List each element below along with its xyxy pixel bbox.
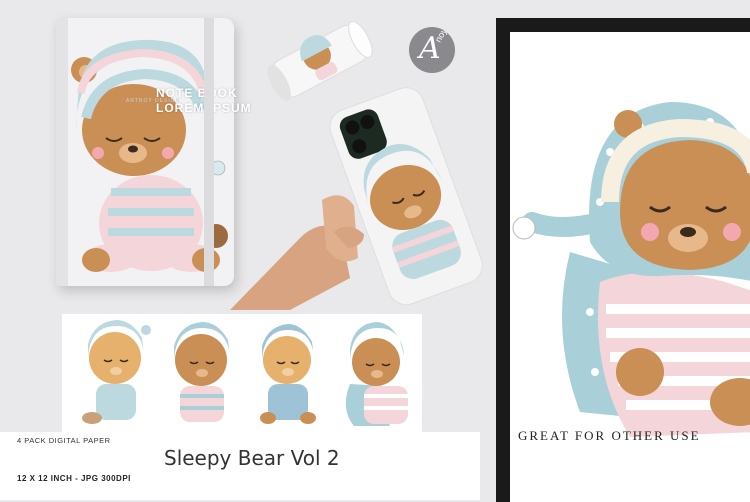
banner-specs: 12 X 12 INCH - JPG 300DPI <box>17 474 131 483</box>
banner-title: Sleepy Bear Vol 2 <box>164 446 340 470</box>
bear-card-4 <box>345 322 408 426</box>
bear-card-1 <box>82 320 151 424</box>
notebook-subtitle: ARTNOY DESIGN <box>126 98 181 104</box>
phone-in-hand-mockup <box>230 87 483 310</box>
product-mockup: NOTE BOOK LOREM IPSUM ARTNOY DESIGN A no… <box>0 0 750 502</box>
bear-card-3 <box>260 324 316 424</box>
notebook-elastic-band <box>204 18 214 286</box>
brand-logo: A noy <box>409 27 455 73</box>
bear-card-2 <box>174 322 230 422</box>
bear-card-strip <box>62 314 422 432</box>
poster-caption: GREAT FOR OTHER USE <box>518 428 701 443</box>
banner-pack-label: 4 PACK DIGITAL PAPER <box>17 436 111 445</box>
